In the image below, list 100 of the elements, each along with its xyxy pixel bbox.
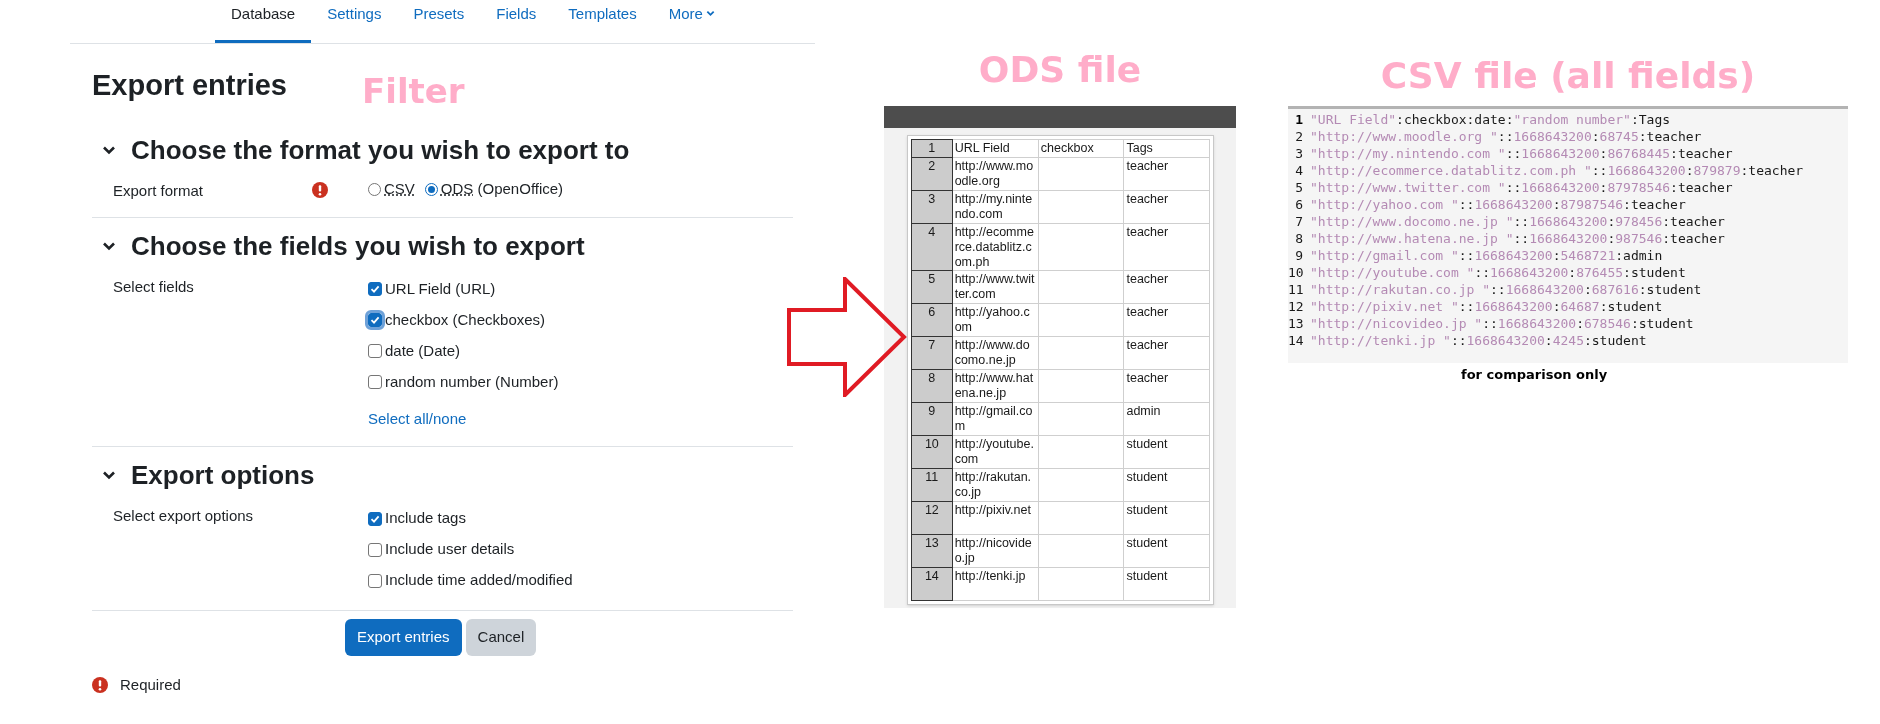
line-number: 11 xyxy=(1288,280,1305,299)
arrow-right-icon xyxy=(787,277,907,397)
nav-tab[interactable]: More xyxy=(652,0,731,43)
code-line: "http://yahoo.com "::1668643200:87987546:teacher xyxy=(1310,195,1686,214)
table-cell: student xyxy=(1123,468,1210,502)
caption-text: for comparison only xyxy=(1461,366,1609,384)
row-header: 2 xyxy=(911,157,953,191)
caret-icon xyxy=(705,9,715,18)
checkbox-label[interactable]: Include time added/modified xyxy=(385,569,573,592)
checkbox-label[interactable]: random number (Number) xyxy=(385,370,559,394)
exclamation-icon xyxy=(92,677,108,694)
line-number: 6 xyxy=(1294,195,1304,214)
code-line: "http://www.twitter.com "::1668643200:87978546:teacher xyxy=(1310,178,1733,197)
table-cell: teacher xyxy=(1123,303,1210,337)
nav-tab[interactable]: Templates xyxy=(552,0,653,43)
row-header: 3 xyxy=(911,190,953,224)
table-cell: teacher xyxy=(1123,157,1210,191)
checkbox-label[interactable]: date (Date) xyxy=(385,339,461,363)
code-line: "http://gmail.com "::1668643200:5468721:admin xyxy=(1310,246,1663,265)
section-heading[interactable]: Choose the format you wish to export to xyxy=(131,137,630,163)
checkbox[interactable] xyxy=(368,313,382,327)
code-line: "http://youtube.com "::1668643200:876455:student xyxy=(1310,263,1686,282)
row-header: 1 xyxy=(911,139,953,158)
nav-tab[interactable]: Settings xyxy=(311,0,398,43)
line-number: 7 xyxy=(1294,212,1304,231)
line-number: 10 xyxy=(1288,263,1305,282)
code-line: "http://www.moodle.org "::1668643200:68745:teacher xyxy=(1310,127,1702,146)
table-cell: http://pixiv.net xyxy=(952,501,1039,535)
nav-tab[interactable]: Fields xyxy=(480,0,553,43)
row-header: 11 xyxy=(911,468,953,502)
checkbox-label[interactable]: checkbox (Checkboxes) xyxy=(385,308,546,332)
row-header: 13 xyxy=(911,534,953,568)
table-cell: URL Field xyxy=(952,139,1039,158)
row-header: 7 xyxy=(911,336,953,370)
code-line: "http://ecommerce.datablitz.com.ph "::1668643200:879879:teacher xyxy=(1310,161,1804,180)
code-line: "URL Field":checkbox:date:"random number":Tags xyxy=(1310,110,1671,129)
code-line: "http://tenki.jp "::1668643200:4245:student xyxy=(1310,331,1647,350)
table-cell: student xyxy=(1123,435,1210,469)
line-number: 12 xyxy=(1288,297,1305,316)
table-cell: teacher xyxy=(1123,270,1210,304)
row-header: 14 xyxy=(911,567,953,601)
line-number: 1 xyxy=(1294,110,1304,129)
checkbox-label[interactable]: Include user details xyxy=(385,538,515,561)
table-cell: Tags xyxy=(1123,139,1210,158)
checkbox[interactable] xyxy=(368,375,382,389)
table-cell: teacher xyxy=(1123,223,1210,271)
code-line: "http://nicovideo.jp "::1668643200:678546:student xyxy=(1310,314,1694,333)
line-number: 5 xyxy=(1294,178,1304,197)
line-number: 2 xyxy=(1294,127,1304,146)
annotation-text: ODS file xyxy=(978,52,1142,88)
line-number: 14 xyxy=(1288,331,1305,350)
table-cell: teacher xyxy=(1123,369,1210,403)
checkbox[interactable] xyxy=(368,282,382,296)
table-cell: http://tenki.jp xyxy=(952,567,1039,601)
checkbox-label[interactable]: Include tags xyxy=(385,507,466,530)
table-cell: student xyxy=(1123,567,1210,601)
code-line: "http://rakutan.co.jp "::1668643200:687616:student xyxy=(1310,280,1702,299)
row-header: 4 xyxy=(911,223,953,271)
exclamation-icon xyxy=(312,182,328,198)
line-number: 13 xyxy=(1288,314,1305,333)
line-number: 4 xyxy=(1294,161,1304,180)
section-heading[interactable]: Choose the fields you wish to export xyxy=(131,232,585,259)
row-header: 12 xyxy=(911,501,953,535)
required-note: Required xyxy=(120,675,181,695)
row-header: 8 xyxy=(911,369,953,403)
code-line: "http://www.hatena.ne.jp "::1668643200:987546:teacher xyxy=(1310,229,1725,248)
table-cell: teacher xyxy=(1123,190,1210,224)
checkbox-label[interactable]: URL Field (URL) xyxy=(385,277,496,301)
line-number: 9 xyxy=(1294,246,1304,265)
table-cell: admin xyxy=(1123,402,1210,436)
nav-tab[interactable]: Database xyxy=(215,0,312,43)
table-cell: student xyxy=(1123,501,1210,535)
table-cell: student xyxy=(1123,534,1210,568)
checkbox[interactable] xyxy=(368,511,382,526)
nav-tab[interactable]: Presets xyxy=(397,0,481,43)
annotation-text: CSV file (all fields) xyxy=(1380,58,1756,94)
table-cell: checkbox xyxy=(1038,139,1124,158)
field-label: Select fields xyxy=(113,276,194,297)
section-heading[interactable]: Export options xyxy=(131,462,315,488)
code-line: "http://pixiv.net "::1668643200:64687:student xyxy=(1310,297,1663,316)
checkbox[interactable] xyxy=(368,344,382,358)
row-header: 6 xyxy=(911,303,953,337)
radio-label[interactable]: ODS (OpenOffice) xyxy=(440,178,564,201)
select-all-link[interactable]: Select all/none xyxy=(368,407,559,430)
page-heading: Export entries xyxy=(92,71,287,103)
row-header: 9 xyxy=(911,402,953,436)
cancel-button[interactable]: Cancel xyxy=(465,619,537,656)
checkbox[interactable] xyxy=(368,542,382,557)
code-line: "http://my.nintendo.com "::1668643200:86768445:teacher xyxy=(1310,144,1733,163)
field-label: Export format xyxy=(113,181,204,201)
annotation-text: Filter xyxy=(362,74,465,108)
row-header: 5 xyxy=(911,270,953,304)
code-line: "http://www.docomo.ne.jp "::1668643200:978456:teacher xyxy=(1310,212,1725,231)
export-button[interactable]: Export entries xyxy=(345,619,462,656)
checkbox[interactable] xyxy=(368,573,382,588)
table-cell: teacher xyxy=(1123,336,1210,370)
radio-label[interactable]: CSV xyxy=(384,178,415,201)
line-number: 3 xyxy=(1294,144,1304,163)
line-number: 8 xyxy=(1294,229,1304,248)
field-label: Select export options xyxy=(113,506,254,526)
